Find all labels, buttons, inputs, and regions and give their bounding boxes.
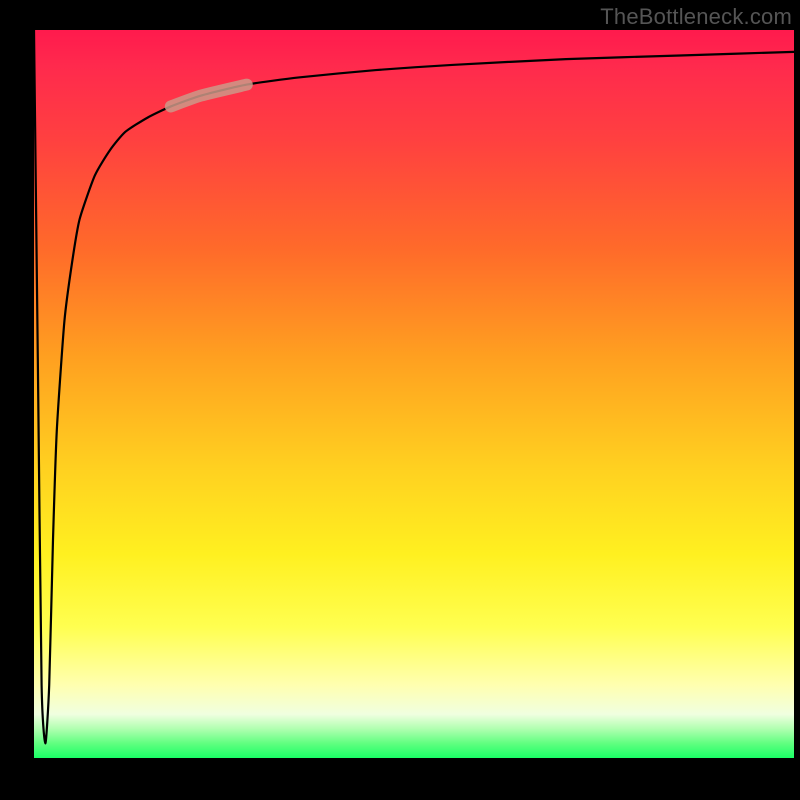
highlight-segment-path (171, 85, 247, 107)
bottleneck-curve-svg (34, 30, 794, 758)
chart-plot-area (34, 30, 794, 758)
attribution-text: TheBottleneck.com (600, 4, 792, 30)
bottleneck-curve-path (34, 30, 794, 743)
